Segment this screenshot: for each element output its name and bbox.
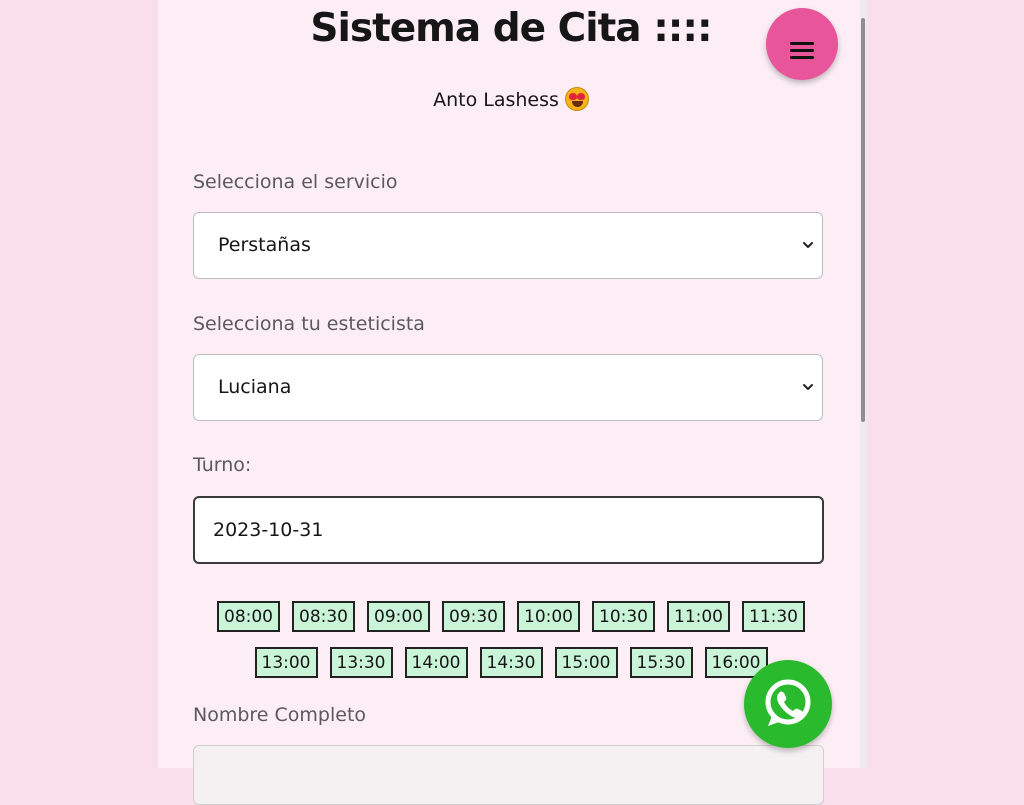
time-slot-button[interactable]: 14:00 (404, 647, 468, 678)
time-slot-button[interactable]: 13:30 (329, 647, 393, 678)
hamburger-menu-icon-bar (790, 49, 814, 52)
date-label: Turno: (193, 454, 252, 476)
time-slots-row-1: 08:00 08:30 09:00 09:30 10:00 10:30 11:00 11:30 (158, 601, 864, 632)
time-slot-button[interactable]: 14:30 (479, 647, 543, 678)
whatsapp-icon (765, 679, 811, 726)
time-slot-button[interactable]: 10:30 (592, 601, 655, 632)
time-slot-button[interactable]: 08:00 (217, 601, 280, 632)
chevron-down-icon (803, 384, 813, 390)
time-slot-button[interactable]: 15:30 (629, 647, 693, 678)
time-slot-button[interactable]: 11:00 (667, 601, 730, 632)
time-slot-button[interactable]: 09:00 (367, 601, 430, 632)
hamburger-menu-icon-bar (790, 56, 814, 59)
time-slot-button[interactable]: 13:00 (254, 647, 318, 678)
time-slot-button[interactable]: 11:30 (742, 601, 805, 632)
full-name-label: Nombre Completo (193, 704, 367, 726)
full-name-input[interactable] (193, 745, 824, 805)
time-slot-button[interactable]: 10:00 (517, 601, 580, 632)
scrollbar-thumb[interactable] (861, 18, 865, 422)
service-select-value: Perstañas (218, 234, 311, 256)
time-slot-button[interactable]: 08:30 (292, 601, 355, 632)
page-subtitle: Anto Lashess (158, 87, 864, 111)
service-label: Selecciona el servicio (193, 171, 398, 193)
service-select[interactable]: Perstañas (193, 212, 823, 279)
menu-button[interactable] (766, 8, 838, 80)
page-title: Sistema de Cita :::: (310, 6, 712, 51)
date-input[interactable]: 2023-10-31 (193, 496, 824, 564)
heart-eyes-emoji-icon (564, 87, 589, 111)
stylist-select[interactable]: Luciana (193, 354, 823, 421)
time-slot-button[interactable]: 09:30 (442, 601, 505, 632)
hamburger-menu-icon (790, 42, 814, 45)
business-name: Anto Lashess (433, 89, 559, 111)
stylist-label: Selecciona tu esteticista (193, 313, 425, 335)
chevron-down-icon (803, 242, 813, 248)
whatsapp-button[interactable] (744, 660, 832, 748)
stylist-select-value: Luciana (218, 376, 292, 398)
time-slot-button[interactable]: 15:00 (554, 647, 618, 678)
